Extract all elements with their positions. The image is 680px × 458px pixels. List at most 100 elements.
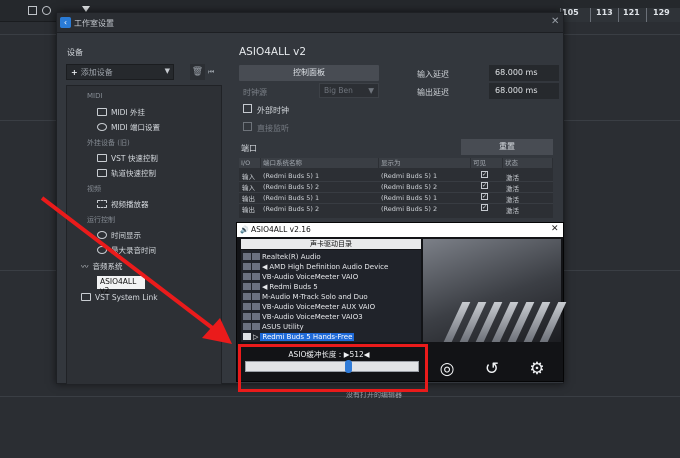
external-clock-label: 外部时钟	[257, 106, 289, 115]
keyboard-icon	[97, 169, 107, 177]
tree-item-midi-port-setup[interactable]: MIDI 端口设置	[97, 122, 160, 133]
monitor-icon	[81, 293, 91, 301]
list-item[interactable]: ◀ AMD High Definition Audio Device	[243, 263, 388, 271]
piano-keys-image	[423, 239, 567, 342]
tree-item-track-quick-control[interactable]: 轨道快速控制	[97, 168, 156, 179]
close-icon[interactable]: ✕	[551, 224, 559, 234]
device-title: ASIO4ALL v2	[239, 46, 307, 58]
close-icon[interactable]: ✕	[551, 16, 559, 27]
ruler-number: 121	[623, 8, 640, 17]
tree-item-vst-quick-control[interactable]: VST 快速控制	[97, 153, 158, 164]
chevron-down-icon: ▼	[368, 86, 374, 95]
trash-icon[interactable]: 🗑	[190, 64, 205, 80]
column-header[interactable]: 端口系统名称	[261, 158, 379, 168]
device-list-header: 声卡驱动目录	[241, 239, 421, 249]
midi-port-icon	[97, 123, 107, 131]
input-latency-label: 输入延迟	[417, 70, 449, 79]
devices-heading: 设备	[67, 48, 83, 57]
device-tree: MIDI MIDI 外挂 MIDI 端口设置 外挂设备 (旧) VST 快速控制…	[66, 85, 222, 385]
tree-item-video-player[interactable]: 视频播放器	[97, 199, 149, 210]
power-icon	[243, 293, 260, 300]
wdm-device-list: Realtek(R) Audio ◀ AMD High Definition Au…	[241, 250, 421, 342]
ruler-number: 113	[596, 8, 613, 17]
column-header[interactable]: 可见	[471, 158, 503, 168]
list-item[interactable]: Realtek(R) Audio	[243, 253, 321, 261]
input-latency-value: 68.000 ms	[489, 65, 559, 81]
visible-checkbox[interactable]: ✓	[481, 204, 488, 211]
tree-category: MIDI	[87, 92, 103, 100]
speaker-icon: ◀	[262, 263, 268, 271]
app-logo-icon: ‹	[60, 17, 71, 28]
visible-checkbox[interactable]: ✓	[481, 171, 488, 178]
list-item[interactable]: ◀ Redmi Buds 5	[243, 283, 318, 291]
tree-category: 运行控制	[87, 216, 115, 224]
external-clock-checkbox[interactable]	[243, 104, 252, 113]
ruler-number: 129	[653, 8, 670, 17]
power-icon	[243, 253, 260, 260]
dialog-titlebar[interactable]: ‹ 工作室设置 ✕	[57, 13, 563, 33]
list-item[interactable]: VB-Audio VoiceMeeter VAIO3	[243, 313, 363, 321]
collapse-icon[interactable]: ⏮	[208, 64, 221, 80]
tree-item-asio4all[interactable]: ASIO4ALL v2	[97, 276, 145, 295]
film-icon	[97, 200, 107, 208]
ports-heading: 端口	[241, 144, 257, 153]
tree-category: 外挂设备 (旧)	[87, 139, 130, 147]
tree-item-midi-external[interactable]: MIDI 外挂	[97, 107, 145, 118]
clock-icon	[97, 231, 107, 239]
record-icon[interactable]	[42, 6, 51, 15]
tree-category: 视频	[87, 185, 101, 193]
power-icon	[243, 323, 260, 330]
power-icon	[243, 333, 251, 340]
column-header[interactable]: 显示为	[379, 158, 471, 168]
ports-table: I/O 端口系统名称 显示为 可见 状态 输入 (Redmi Buds 5) 1…	[239, 158, 553, 218]
power-icon	[243, 273, 260, 280]
tree-item-audio-system[interactable]: 〰音频系统	[81, 261, 123, 272]
dialog-title: 工作室设置	[74, 19, 114, 28]
speaker-icon: ◀	[262, 283, 268, 291]
clock-icon	[97, 246, 107, 254]
clock-source-label: 时钟源	[243, 88, 267, 97]
visible-checkbox[interactable]: ✓	[481, 182, 488, 189]
column-header[interactable]: I/O	[239, 158, 261, 168]
reset-button[interactable]: 重置	[461, 139, 553, 155]
list-item[interactable]: ASUS Utility	[243, 323, 304, 331]
home-icon[interactable]	[28, 6, 37, 15]
gear-icon[interactable]: ⚙	[527, 359, 547, 379]
list-item[interactable]: VB-Audio VoiceMeeter AUX VAIO	[243, 303, 375, 311]
visible-checkbox[interactable]: ✓	[481, 193, 488, 200]
asio-title: ASIO4ALL v2.16	[251, 225, 311, 234]
add-device-placeholder: 添加设备	[80, 68, 113, 77]
column-header[interactable]: 状态	[503, 158, 553, 168]
plus-icon: +	[71, 68, 78, 77]
power-icon	[243, 313, 260, 320]
timeline-ruler[interactable]: 105 113 121 129	[560, 8, 680, 22]
power-icon	[243, 283, 260, 290]
reset-arrow-icon[interactable]: ↺	[482, 359, 502, 379]
list-item[interactable]: M-Audio M-Track Solo and Duo	[243, 293, 368, 301]
ruler-number: 105	[562, 8, 579, 17]
add-device-dropdown[interactable]: + 添加设备 ▼	[66, 64, 174, 80]
highlight-box	[238, 344, 428, 392]
clock-source-select[interactable]: Big Ben ▼	[319, 83, 379, 98]
asio4all-logo-icon[interactable]: ◎	[437, 359, 457, 379]
release-driver-label: 直接监听	[257, 124, 289, 133]
chevron-down-icon: ▼	[164, 67, 170, 75]
play-icon: ▷	[253, 333, 259, 341]
waveform-icon: 〰	[81, 262, 89, 271]
power-icon	[243, 303, 260, 310]
tree-item-time-display[interactable]: 时间显示	[97, 230, 141, 241]
list-item[interactable]: VB-Audio VoiceMeeter VAIO	[243, 273, 358, 281]
control-panel-button[interactable]: 控制面板	[239, 65, 379, 81]
list-item-selected[interactable]: ▷ Redmi Buds 5 Hands-Free	[243, 333, 355, 341]
tree-item-vst-system-link[interactable]: VST System Link	[81, 293, 158, 302]
speaker-icon: 🔊	[240, 226, 249, 234]
power-icon	[243, 263, 260, 270]
asio-titlebar[interactable]: 🔊 ASIO4ALL v2.16 ✕	[237, 223, 563, 237]
tree-item-max-record-time[interactable]: 最大录音时间	[97, 245, 156, 256]
output-latency-value: 68.000 ms	[489, 83, 559, 99]
output-latency-label: 输出延迟	[417, 88, 449, 97]
keyboard-icon	[97, 154, 107, 162]
keyboard-icon	[97, 108, 107, 116]
track-divider	[0, 396, 680, 397]
release-driver-checkbox[interactable]	[243, 122, 252, 131]
